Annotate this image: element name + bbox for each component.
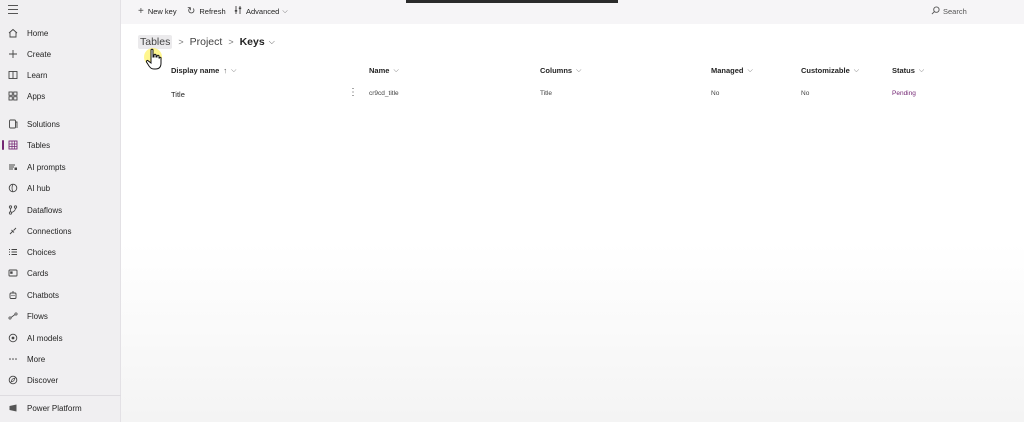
- sidebar-item-connections[interactable]: Connections: [0, 222, 121, 240]
- chevron-down-icon: ⌵: [576, 66, 582, 74]
- chevron-down-icon: ⌵: [853, 66, 860, 74]
- sidebar-item-discover[interactable]: Discover: [0, 371, 121, 389]
- sort-ascending-icon: ↑: [223, 66, 228, 75]
- sidebar-item-solutions[interactable]: Solutions: [0, 115, 121, 133]
- column-header-columns[interactable]: Columns ⌵: [540, 66, 581, 75]
- overlay-bar: [406, 0, 618, 3]
- plus-icon: [7, 48, 19, 60]
- sidebar-item-more[interactable]: More: [0, 350, 121, 368]
- chevron-right-icon: >: [228, 37, 234, 47]
- connection-icon: [7, 225, 19, 237]
- more-icon: [7, 353, 19, 365]
- sidebar-item-label: AI models: [27, 333, 63, 343]
- plus-icon: +: [138, 5, 144, 17]
- ai-prompts-icon: [7, 161, 19, 173]
- column-header-managed[interactable]: Managed ⌵: [711, 66, 753, 75]
- advanced-button[interactable]: Advanced ⌵: [234, 5, 288, 18]
- list-icon: [7, 246, 19, 258]
- sidebar-item-label: Discover: [27, 375, 59, 385]
- sidebar: Home Create Learn Apps Solutions Tables …: [0, 0, 121, 422]
- cell-name: cr9cd_title: [369, 90, 399, 97]
- cell-managed: No: [711, 90, 720, 97]
- chevron-down-icon: ⌵: [231, 66, 237, 74]
- sidebar-item-label: Power Platform: [27, 403, 82, 413]
- sidebar-item-label: Tables: [27, 140, 51, 150]
- sidebar-item-home[interactable]: Home: [0, 24, 121, 42]
- home-icon: [7, 27, 19, 39]
- dataflow-icon: [7, 204, 19, 216]
- sidebar-item-label: Connections: [27, 226, 72, 236]
- breadcrumb-item-project[interactable]: Project: [190, 36, 223, 48]
- solutions-icon: [7, 118, 19, 130]
- sidebar-item-create[interactable]: Create: [0, 45, 121, 63]
- sidebar-item-label: Learn: [27, 70, 48, 80]
- sidebar-item-label: Chatbots: [27, 290, 60, 300]
- sidebar-item-dataflows[interactable]: Dataflows: [0, 201, 121, 219]
- sidebar-item-ai-prompts[interactable]: AI prompts: [0, 158, 121, 176]
- search-icon: [931, 6, 940, 17]
- column-header-customizable[interactable]: Customizable ⌵: [801, 66, 859, 75]
- refresh-button[interactable]: ↻ Refresh: [187, 5, 226, 18]
- discover-icon: [7, 374, 19, 386]
- sidebar-item-flows[interactable]: Flows: [0, 307, 121, 325]
- chevron-down-icon: ⌵: [918, 66, 925, 74]
- chevron-right-icon: >: [178, 37, 184, 47]
- sidebar-item-learn[interactable]: Learn: [0, 66, 121, 84]
- column-header-name[interactable]: Name ⌵: [369, 66, 399, 75]
- cell-customizable: No: [801, 90, 810, 97]
- flow-icon: [7, 310, 19, 322]
- sidebar-item-chatbots[interactable]: Chatbots: [0, 286, 121, 304]
- sidebar-item-label: Solutions: [27, 119, 60, 129]
- chevron-down-icon: ⌵: [282, 7, 288, 15]
- advanced-icon: [234, 5, 242, 18]
- sidebar-item-tables[interactable]: Tables: [0, 136, 121, 154]
- breadcrumb-item-keys[interactable]: Keys: [240, 36, 265, 48]
- card-icon: [7, 267, 19, 279]
- table-icon: [7, 139, 19, 151]
- sidebar-item-label: Cards: [27, 268, 49, 278]
- ai-hub-icon: [7, 182, 19, 194]
- cell-columns: Title: [540, 90, 553, 97]
- sidebar-item-ai-hub[interactable]: AI hub: [0, 179, 121, 197]
- apps-icon: [7, 90, 19, 102]
- more-options-icon[interactable]: ⋮: [348, 88, 358, 98]
- sidebar-item-label: AI prompts: [27, 162, 66, 172]
- main-content: Tables > Project > Keys ⌵ Display name ↑…: [121, 24, 1024, 422]
- hamburger-menu-icon[interactable]: [8, 5, 18, 14]
- sidebar-item-label: Flows: [27, 311, 48, 321]
- refresh-icon: ↻: [187, 5, 196, 17]
- sidebar-item-choices[interactable]: Choices: [0, 243, 121, 261]
- sidebar-item-label: More: [27, 354, 46, 364]
- search-box[interactable]: Search: [931, 5, 967, 18]
- power-platform-icon: [7, 402, 19, 414]
- column-header-display-name[interactable]: Display name ↑ ⌵: [171, 66, 236, 75]
- chevron-down-icon[interactable]: ⌵: [269, 37, 275, 47]
- sidebar-item-apps[interactable]: Apps: [0, 87, 121, 105]
- book-icon: [7, 69, 19, 81]
- sidebar-item-label: Create: [27, 49, 52, 59]
- sidebar-item-label: Dataflows: [27, 205, 63, 215]
- sidebar-item-label: Choices: [27, 247, 56, 257]
- command-bar: + New key ↻ Refresh Advanced ⌵ Search: [121, 0, 1024, 24]
- sidebar-item-power-platform[interactable]: Power Platform: [0, 399, 121, 417]
- sidebar-item-cards[interactable]: Cards: [0, 264, 121, 282]
- cell-status: Pending: [892, 90, 916, 97]
- sidebar-divider: [0, 395, 121, 396]
- bot-icon: [7, 289, 19, 301]
- new-key-button[interactable]: + New key: [138, 5, 177, 18]
- sidebar-item-ai-models[interactable]: AI models: [0, 329, 121, 347]
- column-header-status[interactable]: Status ⌵: [892, 66, 924, 75]
- sidebar-item-label: AI hub: [27, 183, 51, 193]
- sidebar-item-label: Home: [27, 28, 49, 38]
- chevron-down-icon: ⌵: [393, 66, 399, 74]
- table-row[interactable]: Title ⋮ cr9cd_title Title No No Pending: [121, 86, 1024, 104]
- table-header: Display name ↑ ⌵ Name ⌵ Columns ⌵ Manage…: [121, 62, 1024, 80]
- sidebar-item-label: Apps: [27, 91, 46, 101]
- cell-display-name[interactable]: Title: [171, 90, 185, 99]
- ai-models-icon: [7, 332, 19, 344]
- chevron-down-icon: ⌵: [747, 66, 753, 74]
